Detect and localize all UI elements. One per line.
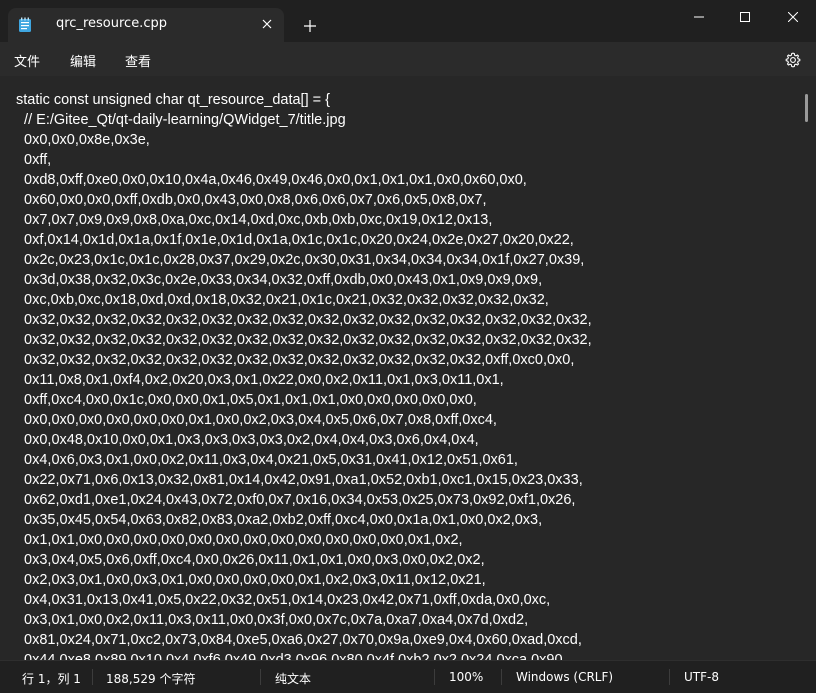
code-line: 0x32,0x32,0x32,0x32,0x32,0x32,0x32,0x32,…: [16, 312, 592, 328]
vertical-scrollbar[interactable]: [804, 92, 810, 652]
code-line: static const unsigned char qt_resource_d…: [16, 92, 330, 108]
status-bar: 行 1，列 1 188,529 个字符 纯文本 100% Windows (CR…: [0, 660, 816, 693]
tab-title: qrc_resource.cpp: [56, 16, 167, 31]
maximize-icon[interactable]: [722, 0, 768, 34]
code-line: 0x81,0x24,0x71,0xc2,0x73,0x84,0xe5,0xa6,…: [16, 632, 582, 648]
code-line: 0x0,0x0,0x0,0x0,0x0,0x0,0x1,0x0,0x2,0x3,…: [16, 412, 497, 428]
zoom-level[interactable]: 100%: [449, 670, 483, 684]
title-bar: qrc_resource.cpp: [0, 0, 816, 42]
menu-bar: 文件 编辑 查看: [0, 42, 816, 76]
menu-edit[interactable]: 编辑: [70, 51, 96, 70]
code-line: 0x60,0x0,0x0,0xff,0xdb,0x0,0x43,0x0,0x8,…: [16, 192, 487, 208]
text-format: 纯文本: [275, 672, 312, 686]
gear-icon[interactable]: [782, 49, 804, 71]
menu-view[interactable]: 查看: [125, 51, 151, 70]
status-divider: [434, 669, 435, 685]
code-line: 0x32,0x32,0x32,0x32,0x32,0x32,0x32,0x32,…: [16, 352, 575, 368]
minimize-icon[interactable]: [676, 0, 722, 34]
code-line: 0x3d,0x38,0x32,0x3c,0x2e,0x33,0x34,0x32,…: [16, 272, 543, 288]
code-line: 0x2,0x3,0x1,0x0,0x3,0x1,0x0,0x0,0x0,0x0,…: [16, 572, 486, 588]
notepad-document-icon: [18, 17, 32, 33]
code-line: 0x35,0x45,0x54,0x63,0x82,0x83,0xa2,0xb2,…: [16, 512, 543, 528]
code-text-area[interactable]: static const unsigned char qt_resource_d…: [16, 90, 796, 660]
scrollbar-thumb[interactable]: [805, 94, 808, 122]
code-line: 0xc,0xb,0xc,0x18,0xd,0xd,0x18,0x32,0x21,…: [16, 292, 549, 308]
code-line: 0xff,0xc4,0x0,0x1c,0x0,0x0,0x1,0x5,0x1,0…: [16, 392, 477, 408]
character-count: 188,529 个字符: [106, 672, 196, 686]
tab-qrc-resource[interactable]: qrc_resource.cpp: [8, 8, 284, 42]
code-line: 0x3,0x4,0x5,0x6,0xff,0xc4,0x0,0x26,0x11,…: [16, 552, 485, 568]
status-divider: [669, 669, 670, 685]
code-line: 0x0,0x48,0x10,0x0,0x1,0x3,0x3,0x3,0x3,0x…: [16, 432, 479, 448]
code-line: 0xf,0x14,0x1d,0x1a,0x1f,0x1e,0x1d,0x1a,0…: [16, 232, 574, 248]
code-line: 0xff,: [16, 152, 52, 168]
code-line: 0x32,0x32,0x32,0x32,0x32,0x32,0x32,0x32,…: [16, 332, 592, 348]
code-line: 0x7,0x7,0x9,0x9,0x8,0xa,0xc,0x14,0xd,0xc…: [16, 212, 493, 228]
code-line: 0x4,0x31,0x13,0x41,0x5,0x22,0x32,0x51,0x…: [16, 592, 551, 608]
cursor-position: 行 1，列 1: [22, 672, 81, 686]
menu-file[interactable]: 文件: [14, 51, 40, 70]
encoding[interactable]: UTF-8: [684, 670, 719, 684]
code-line: // E:/Gitee_Qt/qt-daily-learning/QWidget…: [16, 112, 346, 128]
close-window-icon[interactable]: [770, 0, 816, 34]
close-icon[interactable]: [257, 14, 277, 34]
code-line: 0x4,0x6,0x3,0x1,0x0,0x2,0x11,0x3,0x4,0x2…: [16, 452, 518, 468]
code-line: 0x22,0x71,0x6,0x13,0x32,0x81,0x14,0x42,0…: [16, 472, 583, 488]
code-line: 0x3,0x1,0x0,0x2,0x11,0x3,0x11,0x0,0x3f,0…: [16, 612, 529, 628]
code-line: 0x11,0x8,0x1,0xf4,0x2,0x20,0x3,0x1,0x22,…: [16, 372, 504, 388]
status-divider: [92, 669, 93, 685]
status-divider: [260, 669, 261, 685]
text-editor[interactable]: static const unsigned char qt_resource_d…: [0, 76, 816, 660]
code-line: 0x1,0x1,0x0,0x0,0x0,0x0,0x0,0x0,0x0,0x0,…: [16, 532, 463, 548]
code-line: 0xd8,0xff,0xe0,0x0,0x10,0x4a,0x46,0x49,0…: [16, 172, 527, 188]
code-line: 0x44,0xe8,0x89,0x10,0x4,0xf6,0x49,0xd3,0…: [16, 652, 567, 660]
status-divider: [501, 669, 502, 685]
code-line: 0x62,0xd1,0xe1,0x24,0x43,0x72,0xf0,0x7,0…: [16, 492, 576, 508]
plus-icon[interactable]: [300, 16, 320, 36]
code-line: 0x0,0x0,0x8e,0x3e,: [16, 132, 150, 148]
code-line: 0x2c,0x23,0x1c,0x1c,0x28,0x37,0x29,0x2c,…: [16, 252, 585, 268]
line-ending[interactable]: Windows (CRLF): [516, 670, 613, 684]
